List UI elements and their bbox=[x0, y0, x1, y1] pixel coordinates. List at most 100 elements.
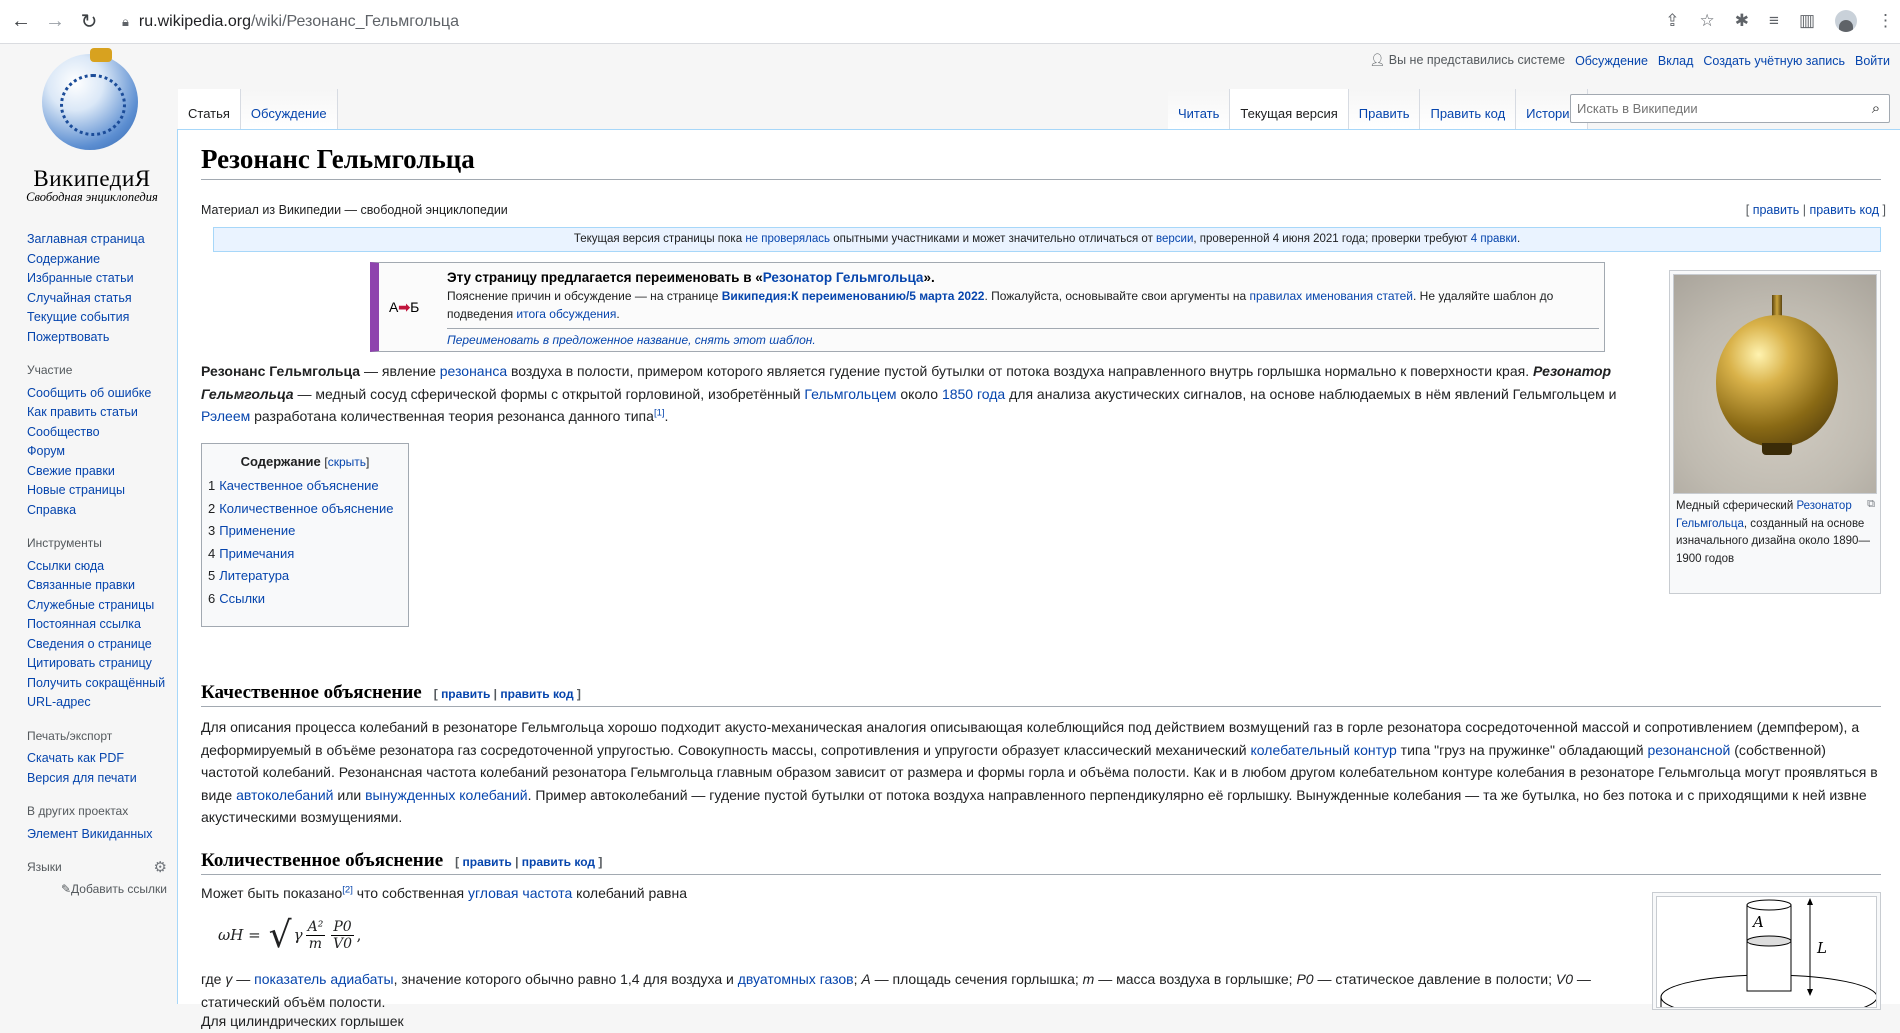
search-icon[interactable]: ⌕ bbox=[1863, 96, 1889, 122]
reading-list-icon[interactable]: ≡ bbox=[1769, 11, 1779, 31]
sidebar-item-help[interactable]: Справка bbox=[27, 501, 167, 521]
article-content: Резонанс Гельмгольца Материал из Википед… bbox=[177, 129, 1900, 1029]
tab-talk[interactable]: Обсуждение bbox=[240, 89, 338, 129]
sidebar-print: Печать/экспорт Скачать как PDF Версия дл… bbox=[27, 727, 167, 789]
resonant-link[interactable]: резонансной bbox=[1647, 742, 1730, 758]
sidebar-item-cite[interactable]: Цитировать страницу bbox=[27, 654, 167, 674]
enlarge-icon[interactable]: ⧉ bbox=[1867, 496, 1875, 514]
naming-rules-link[interactable]: правилах именования статей bbox=[1250, 289, 1413, 303]
profile-avatar-icon[interactable] bbox=[1835, 10, 1857, 32]
ref-2-link[interactable]: [2] bbox=[342, 884, 353, 895]
forced-oscillation-link[interactable]: вынужденных колебаний bbox=[365, 787, 528, 803]
section1-edit-source-link[interactable]: править код bbox=[500, 687, 573, 701]
sidebar-item-special-pages[interactable]: Служебные страницы bbox=[27, 596, 167, 616]
sidebar-item-new-pages[interactable]: Новые страницы bbox=[27, 481, 167, 501]
sidebar-item-printable[interactable]: Версия для печати bbox=[27, 769, 167, 789]
edit-link[interactable]: править bbox=[1753, 203, 1800, 217]
sidebar-item-download-pdf[interactable]: Скачать как PDF bbox=[27, 749, 167, 769]
sidebar-item-donate[interactable]: Пожертвовать bbox=[27, 328, 167, 348]
sidebar-item-current-events[interactable]: Текущие события bbox=[27, 308, 167, 328]
sidebar-item-featured[interactable]: Избранные статьи bbox=[27, 269, 167, 289]
login-link[interactable]: Войти bbox=[1855, 54, 1890, 68]
not-checked-link[interactable]: не проверялась bbox=[745, 233, 830, 245]
resonator-image[interactable] bbox=[1673, 274, 1877, 494]
toc-item[interactable]: 6 Ссылки bbox=[208, 588, 402, 611]
rename-heading: Эту страницу предлагается переименовать … bbox=[447, 270, 935, 285]
sidebar-item-page-info[interactable]: Сведения о странице bbox=[27, 635, 167, 655]
add-links-button[interactable]: ✎Добавить ссылки bbox=[27, 880, 167, 900]
pending-edits-link[interactable]: 4 правки bbox=[1471, 233, 1517, 245]
side-panel-icon[interactable]: ▥ bbox=[1799, 11, 1815, 31]
version-link[interactable]: версии bbox=[1156, 233, 1193, 245]
section1-edit-link[interactable]: править bbox=[441, 687, 490, 701]
self-oscillation-link[interactable]: автоколебаний bbox=[236, 787, 333, 803]
wikipedia-logo[interactable]: ВикипедиЯ Свободная энциклопедия bbox=[14, 48, 164, 210]
adiabatic-index-link[interactable]: показатель адиабаты bbox=[254, 971, 393, 987]
sidebar-item-main-page[interactable]: Заглавная страница bbox=[27, 230, 167, 250]
personal-talk-link[interactable]: Обсуждение bbox=[1575, 54, 1648, 68]
oscillating-circuit-link[interactable]: колебательный контур bbox=[1251, 742, 1397, 758]
edit-source-link[interactable]: править код bbox=[1809, 203, 1879, 217]
sidebar-item-recent-changes[interactable]: Свежие правки bbox=[27, 462, 167, 482]
toc-item[interactable]: 1 Качественное объяснение bbox=[208, 475, 402, 498]
discussion-result-link[interactable]: итога обсуждения bbox=[516, 307, 616, 321]
menu-kebab-icon[interactable]: ⋮ bbox=[1877, 11, 1894, 31]
tab-edit[interactable]: Править bbox=[1348, 89, 1421, 129]
sidebar-item-forum[interactable]: Форум bbox=[27, 442, 167, 462]
resonance-link[interactable]: резонанса bbox=[440, 363, 507, 379]
sidebar-item-related-changes[interactable]: Связанные правки bbox=[27, 576, 167, 596]
personal-contributions-link[interactable]: Вклад bbox=[1658, 54, 1694, 68]
sidebar-item-what-links-here[interactable]: Ссылки сюда bbox=[27, 557, 167, 577]
extensions-icon[interactable]: ✱ bbox=[1735, 11, 1749, 31]
sidebar-item-random[interactable]: Случайная статья bbox=[27, 289, 167, 309]
toc-item[interactable]: 2 Количественное объяснение bbox=[208, 498, 402, 521]
sidebar-item-community[interactable]: Сообщество bbox=[27, 423, 167, 443]
tab-current-version[interactable]: Текущая версия bbox=[1230, 89, 1349, 129]
diatomic-gases-link[interactable]: двуатомных газов bbox=[738, 971, 854, 987]
sidebar-item-permanent-link[interactable]: Постоянная ссылка bbox=[27, 615, 167, 635]
address-bar[interactable]: 🔒︎ ru.wikipedia.org/wiki/Резонанс_Гельмг… bbox=[122, 13, 459, 31]
rename-discussion-link[interactable]: Википедия:К переименованию/5 марта 2022 bbox=[722, 289, 985, 303]
tab-read[interactable]: Читать bbox=[1168, 89, 1231, 129]
site-subtitle: Материал из Википедии — свободной энцикл… bbox=[201, 203, 508, 217]
sidebar-item-how-to-edit[interactable]: Как править статьи bbox=[27, 403, 167, 423]
sidebar-item-wikidata[interactable]: Элемент Викиданных bbox=[27, 825, 167, 845]
tab-edit-source[interactable]: Править код bbox=[1420, 89, 1517, 129]
rename-action-link[interactable]: Переименовать в предложенное название, с… bbox=[447, 333, 816, 347]
sidebar-item-report-error[interactable]: Сообщить об ошибке bbox=[27, 384, 167, 404]
bookmark-star-icon[interactable]: ☆ bbox=[1700, 11, 1715, 31]
create-account-link[interactable]: Создать учётную запись bbox=[1703, 54, 1845, 68]
personal-tools: 👤︎ Вы не представились системе Обсуждени… bbox=[1369, 53, 1890, 68]
year-1850-link[interactable]: 1850 года bbox=[942, 386, 1005, 402]
search-box: ⌕ bbox=[1570, 94, 1890, 123]
section-heading-quantitative: Количественное объяснение[ править | пра… bbox=[201, 850, 1881, 875]
back-icon[interactable]: ← bbox=[8, 9, 34, 35]
section2-edit-source-link[interactable]: править код bbox=[522, 855, 595, 869]
sidebar-item-contents[interactable]: Содержание bbox=[27, 250, 167, 270]
rename-proposal-box: А➡Б Эту страницу предлагается переименов… bbox=[370, 262, 1605, 352]
toc-item[interactable]: 5 Литература bbox=[208, 565, 402, 588]
ref-1-link[interactable]: [1] bbox=[654, 407, 665, 418]
reload-icon[interactable]: ↻ bbox=[76, 9, 102, 35]
toc-item[interactable]: 4 Примечания bbox=[208, 543, 402, 566]
angular-frequency-link[interactable]: угловая частота bbox=[468, 885, 572, 901]
gear-icon[interactable]: ⚙ bbox=[154, 858, 167, 878]
section2-edit-link[interactable]: править bbox=[462, 855, 511, 869]
helmholtz-link[interactable]: Гельмгольцем bbox=[804, 386, 896, 402]
toc-hide-link[interactable]: скрыть bbox=[328, 455, 366, 469]
search-input[interactable] bbox=[1577, 101, 1863, 116]
page-title: Резонанс Гельмгольца bbox=[201, 144, 1881, 180]
lock-icon[interactable]: 🔒︎ bbox=[122, 14, 129, 30]
resonator-diagram-svg[interactable]: A L bbox=[1657, 897, 1877, 1008]
toc-item[interactable]: 3 Применение bbox=[208, 520, 402, 543]
rayleigh-link[interactable]: Рэлеем bbox=[201, 408, 250, 424]
share-icon[interactable]: ⇪ bbox=[1665, 11, 1679, 31]
cylinder-text: Для цилиндрических горлышек bbox=[201, 1013, 404, 1029]
tab-article[interactable]: Статья bbox=[178, 89, 241, 129]
sidebar-item-short-url[interactable]: Получить сокращённый URL-адрес bbox=[27, 674, 167, 713]
diagram-label-a: A bbox=[1751, 913, 1764, 931]
section-heading-qualitative: Качественное объяснение[ править | прави… bbox=[201, 682, 1881, 707]
forward-icon[interactable]: → bbox=[42, 9, 68, 35]
diagram-label-l: L bbox=[1816, 939, 1827, 957]
rename-target-link[interactable]: Резонатор Гельмгольца bbox=[763, 270, 924, 285]
